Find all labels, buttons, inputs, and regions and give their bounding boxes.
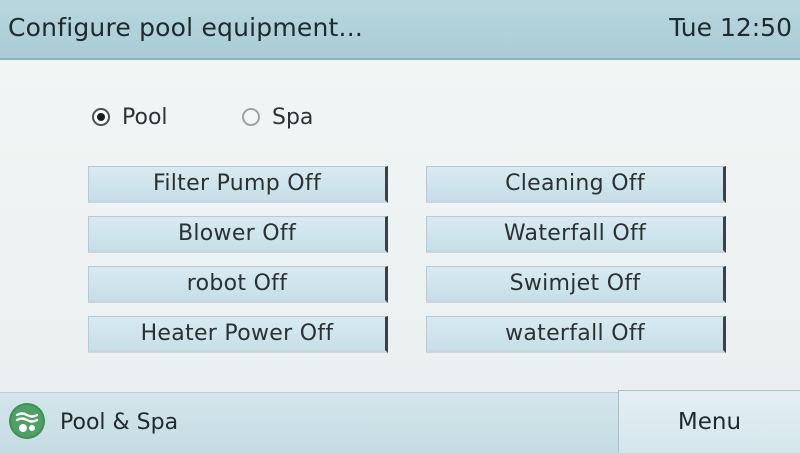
clock: Tue 12:50 (669, 13, 792, 42)
waterfall-button[interactable]: Waterfall Off (426, 216, 726, 253)
cleaning-button[interactable]: Cleaning Off (426, 166, 726, 203)
pool-control-screen: Configure pool equipment... Tue 12:50 Po… (0, 0, 800, 453)
radio-selected-icon[interactable] (92, 108, 110, 126)
waterfall-2-button[interactable]: waterfall Off (426, 316, 726, 353)
page-title: Configure pool equipment... (8, 13, 363, 42)
heater-power-button[interactable]: Heater Power Off (88, 316, 388, 353)
pool-radio-label: Pool (122, 104, 168, 130)
robot-button[interactable]: robot Off (88, 266, 388, 303)
title-bar: Configure pool equipment... Tue 12:50 (0, 0, 800, 60)
app-label: Pool & Spa (60, 410, 179, 435)
spa-radio-label: Spa (272, 104, 314, 130)
swimjet-button[interactable]: Swimjet Off (426, 266, 726, 303)
pool-spa-icon[interactable] (8, 402, 46, 440)
blower-button[interactable]: Blower Off (88, 216, 388, 253)
spa-radio-option[interactable]: Spa (242, 102, 313, 132)
pool-radio-option[interactable]: Pool (92, 102, 168, 132)
radio-unselected-icon[interactable] (242, 108, 260, 126)
menu-button[interactable]: Menu (618, 390, 800, 453)
filter-pump-button[interactable]: Filter Pump Off (88, 166, 388, 203)
